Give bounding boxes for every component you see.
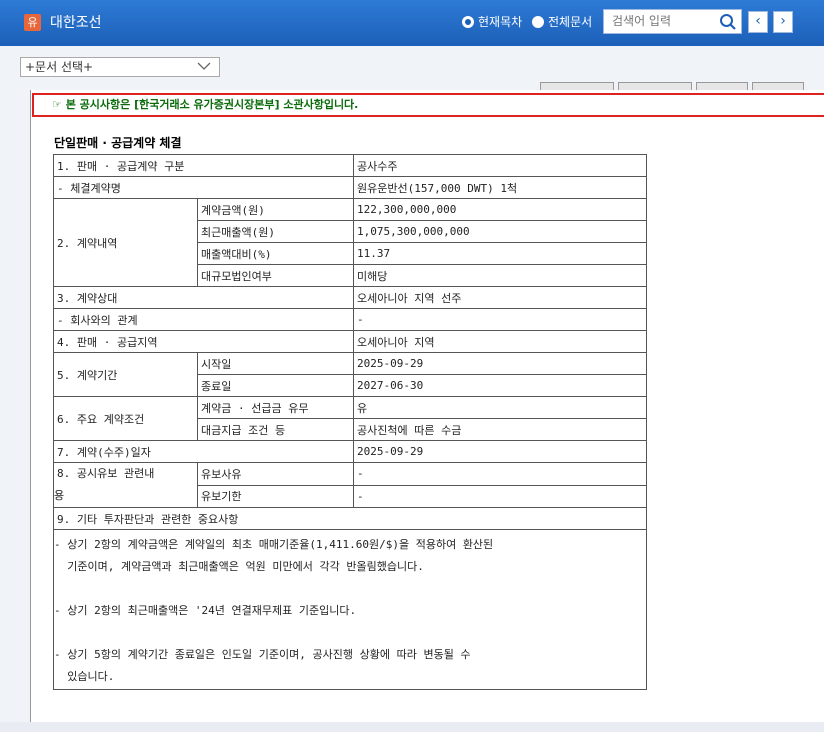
row-label: 6. 주요 계약조건 bbox=[53, 396, 198, 441]
note-line: - 상기 2항의 계약금액은 계약일의 최초 매매기준율(1,411.60원/$… bbox=[54, 538, 494, 551]
search-icon[interactable] bbox=[719, 13, 737, 31]
row-label: 9. 기타 투자판단과 관련한 중요사항 bbox=[53, 507, 647, 530]
table-row: 1. 판매 · 공급계약 구분 공사수주 bbox=[53, 154, 647, 177]
row-sublabel: 매출액대비(%) bbox=[197, 242, 354, 265]
row-sublabel: 대금지급 조건 등 bbox=[197, 418, 354, 441]
row-label: 2. 계약내역 bbox=[53, 198, 198, 287]
row-label: - 회사와의 관계 bbox=[53, 308, 354, 331]
row-value: 공사수주 bbox=[353, 154, 647, 177]
table-row: 3. 계약상대 오세아니아 지역 선주 bbox=[53, 286, 647, 309]
row-sublabel: 최근매출액(원) bbox=[197, 220, 354, 243]
row-sublabel: 유보기한 bbox=[197, 484, 354, 508]
top-bar: 유 대한조선 현재목차 전체문서 ‹ › bbox=[0, 0, 824, 46]
row-sublabel: 계약금액(원) bbox=[197, 198, 354, 221]
table-row: 6. 주요 계약조건 계약금 · 선급금 유무 유 bbox=[53, 396, 647, 441]
chevron-down-icon bbox=[197, 62, 211, 70]
row-value: 미해당 bbox=[353, 264, 647, 287]
document-title: 단일판매 · 공급계약 체결 bbox=[54, 136, 182, 150]
notes-cell: - 상기 2항의 계약금액은 계약일의 최초 매매기준율(1,411.60원/$… bbox=[53, 529, 647, 690]
next-button[interactable]: › bbox=[773, 11, 793, 33]
row-label: - 체결계약명 bbox=[53, 176, 354, 199]
company-logo-icon: 유 bbox=[24, 14, 41, 31]
row-value: 2027-06-30 bbox=[353, 374, 647, 397]
row-value: 오세아니아 지역 선주 bbox=[353, 286, 647, 309]
row-sublabel: 유보사유 bbox=[197, 462, 354, 486]
table-row: 2. 계약내역 계약금액(원) 122,300,000,000 bbox=[53, 198, 647, 287]
row-value: - bbox=[353, 484, 647, 508]
row-label: 8. 공시유보 관련내 용 bbox=[53, 462, 198, 508]
radio-all-label[interactable]: 전체문서 bbox=[548, 13, 592, 30]
radio-current-label[interactable]: 현재목차 bbox=[478, 13, 522, 30]
row-sublabel: 종료일 bbox=[197, 374, 354, 397]
row-sublabel: 시작일 bbox=[197, 352, 354, 375]
row-value: 공사진척에 따른 수금 bbox=[353, 418, 647, 441]
row-label-line1: 8. 공시유보 관련내 bbox=[57, 467, 155, 480]
note-line: 기준이며, 계약금액과 최근매출액은 억원 미만에서 각각 반올림했습니다. bbox=[54, 560, 424, 573]
note-spacer bbox=[54, 622, 646, 644]
note-line: 있습니다. bbox=[54, 670, 115, 683]
row-label: 7. 계약(수주)일자 bbox=[53, 440, 354, 463]
row-sublabel: 대규모법인여부 bbox=[197, 264, 354, 287]
row-value: 2025-09-29 bbox=[353, 440, 647, 463]
table-row: 5. 계약기간 시작일 2025-09-29 bbox=[53, 352, 647, 397]
document-select[interactable]: +문서 선택+ bbox=[20, 57, 220, 77]
row-sublabel: 계약금 · 선급금 유무 bbox=[197, 396, 354, 419]
company-name: 대한조선 bbox=[50, 15, 102, 31]
table-row: 9. 기타 투자판단과 관련한 중요사항 bbox=[53, 507, 647, 530]
search-input[interactable] bbox=[604, 10, 717, 32]
note-line: - 상기 5항의 계약기간 종료일은 인도일 기준이며, 공사진행 상황에 따라… bbox=[54, 648, 471, 661]
radio-current-toc[interactable]: 현재목차 bbox=[462, 13, 522, 30]
note-spacer bbox=[54, 578, 646, 600]
row-value: 11.37 bbox=[353, 242, 647, 265]
radio-all-docs[interactable]: 전체문서 bbox=[532, 13, 592, 30]
row-value: 유 bbox=[353, 396, 647, 419]
document-viewer[interactable]: ☞ 본 공시사항은 [한국거래소 유가증권시장본부] 소관사항입니다. 단일판매… bbox=[30, 90, 824, 722]
row-value: 원유운반선(157,000 DWT) 1척 bbox=[353, 176, 647, 199]
row-label: 3. 계약상대 bbox=[53, 286, 354, 309]
row-value: - bbox=[353, 462, 647, 486]
search-box[interactable] bbox=[603, 9, 742, 34]
bottom-bar bbox=[0, 722, 824, 732]
row-value: 122,300,000,000 bbox=[353, 198, 647, 221]
row-label: 4. 판매 · 공급지역 bbox=[53, 330, 354, 353]
table-row: 4. 판매 · 공급지역 오세아니아 지역 bbox=[53, 330, 647, 353]
radio-unselected-icon[interactable] bbox=[532, 15, 544, 28]
table-row: 7. 계약(수주)일자 2025-09-29 bbox=[53, 440, 647, 463]
table-row: - 회사와의 관계 - bbox=[53, 308, 647, 331]
table-row: - 상기 2항의 계약금액은 계약일의 최초 매매기준율(1,411.60원/$… bbox=[53, 529, 647, 690]
table-row: 8. 공시유보 관련내 용 유보사유 - bbox=[53, 462, 647, 508]
row-value: - bbox=[353, 308, 647, 331]
row-label-line2: 용 bbox=[54, 489, 65, 502]
row-value: 1,075,300,000,000 bbox=[353, 220, 647, 243]
disclosure-table: 1. 판매 · 공급계약 구분 공사수주 - 체결계약명 원유운반선(157,0… bbox=[53, 154, 647, 690]
row-value: 2025-09-29 bbox=[353, 352, 647, 375]
row-label: 5. 계약기간 bbox=[53, 352, 198, 397]
table-row: - 체결계약명 원유운반선(157,000 DWT) 1척 bbox=[53, 176, 647, 199]
note-line: - 상기 2항의 최근매출액은 '24년 연결재무제표 기준입니다. bbox=[54, 604, 357, 617]
row-value: 오세아니아 지역 bbox=[353, 330, 647, 353]
document-select-value: +문서 선택+ bbox=[25, 60, 94, 74]
row-label: 1. 판매 · 공급계약 구분 bbox=[53, 154, 354, 177]
prev-button[interactable]: ‹ bbox=[748, 11, 768, 33]
jurisdiction-notice: ☞ 본 공시사항은 [한국거래소 유가증권시장본부] 소관사항입니다. bbox=[32, 93, 824, 117]
radio-selected-icon[interactable] bbox=[462, 15, 474, 28]
